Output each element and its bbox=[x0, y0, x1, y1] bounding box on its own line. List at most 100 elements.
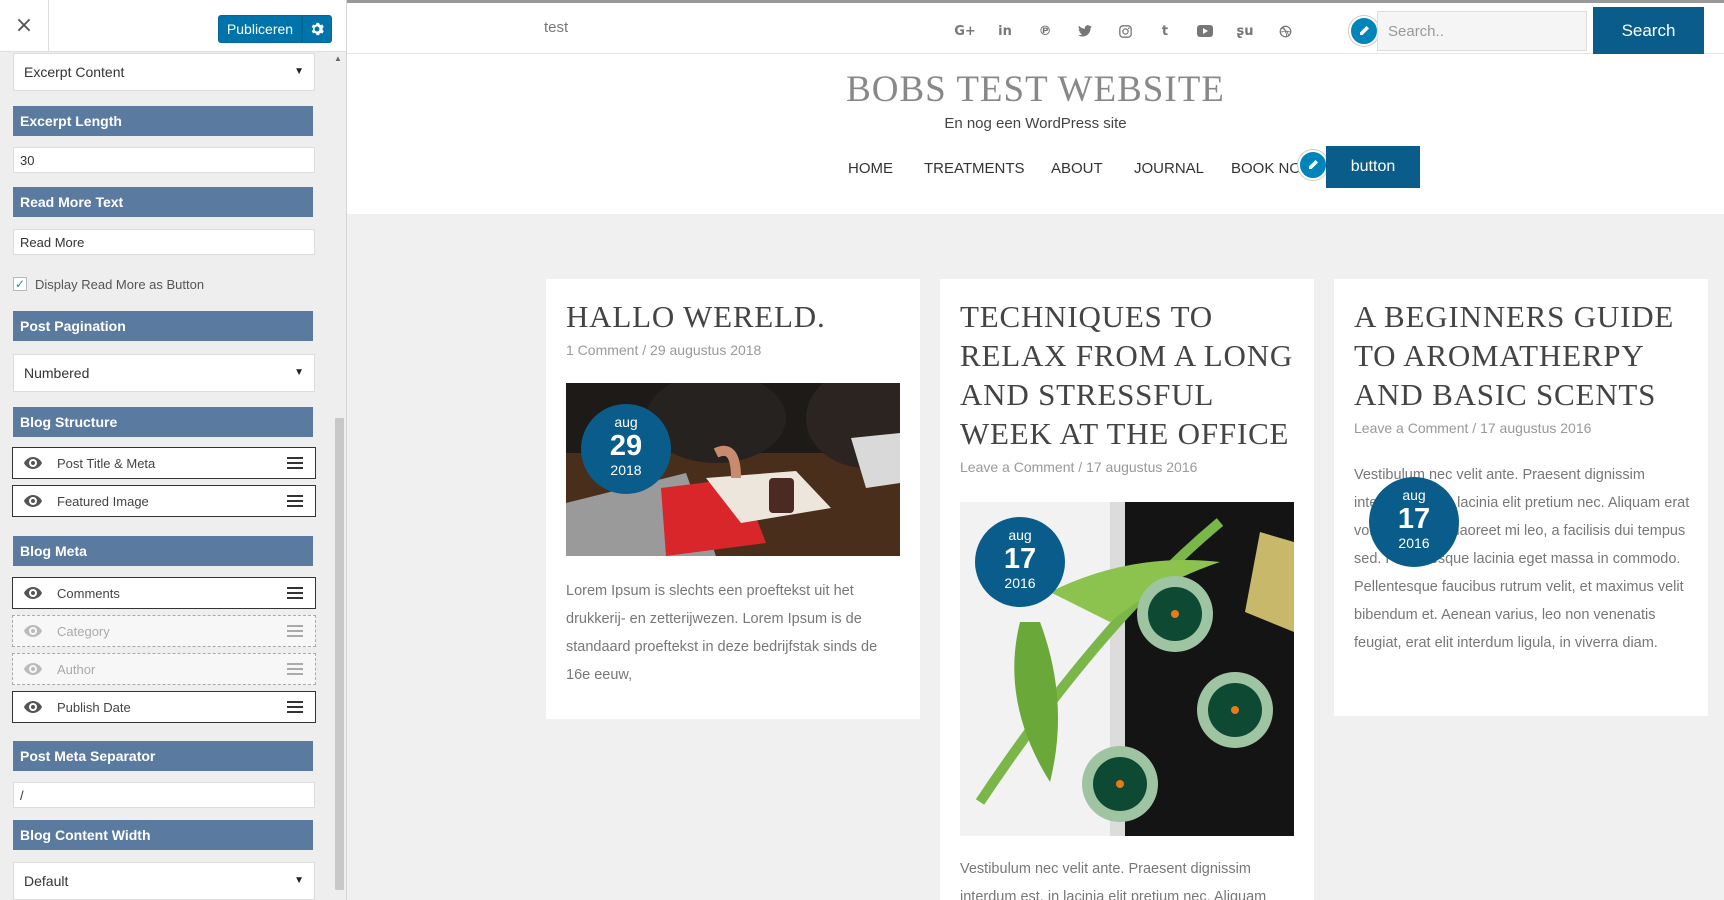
structure-item-label: Featured Image bbox=[57, 494, 149, 509]
nav-item-book-now[interactable]: BOOK NO bbox=[1231, 160, 1301, 177]
meta-separator-heading: Post Meta Separator bbox=[13, 741, 313, 771]
date-badge-month: aug bbox=[1008, 527, 1032, 543]
meta-item-label: Comments bbox=[57, 586, 120, 601]
nav-item-about[interactable]: ABOUT bbox=[1051, 160, 1103, 177]
structure-item-title-meta[interactable]: Post Title & Meta bbox=[12, 447, 316, 479]
excerpt-type-value: Excerpt Content bbox=[24, 64, 125, 80]
eye-icon[interactable] bbox=[23, 586, 43, 600]
scrollbar-thumb[interactable] bbox=[335, 418, 344, 890]
publish-button[interactable]: Publiceren bbox=[218, 15, 302, 43]
content-width-select[interactable]: Default ▼ bbox=[13, 862, 315, 900]
customizer-sidebar: × Publiceren Excerpt Content ▼ Excerpt L… bbox=[0, 0, 347, 900]
search-input[interactable]: Search.. bbox=[1377, 11, 1587, 51]
post-date-link[interactable]: 17 augustus 2016 bbox=[1480, 420, 1591, 436]
post-meta: Leave a Comment / 17 augustus 2016 bbox=[960, 459, 1197, 475]
google-plus-icon[interactable]: G+ bbox=[954, 21, 976, 41]
post-card: TECHNIQUES TO RELAX FROM A LONG AND STRE… bbox=[940, 279, 1314, 900]
blog-meta-heading: Blog Meta bbox=[13, 536, 313, 566]
post-date-link[interactable]: 17 augustus 2016 bbox=[1086, 459, 1197, 475]
date-badge: aug 17 2016 bbox=[975, 517, 1065, 607]
meta-item-category[interactable]: Category bbox=[12, 615, 316, 647]
content-width-heading: Blog Content Width bbox=[13, 820, 313, 850]
date-badge-year: 2016 bbox=[1398, 535, 1430, 551]
date-badge-year: 2018 bbox=[610, 462, 642, 478]
youtube-icon[interactable] bbox=[1195, 21, 1215, 41]
date-badge-month: aug bbox=[1402, 487, 1426, 503]
post-card: HALLO WERELD. 1 Comment / 29 augustus 20… bbox=[546, 279, 920, 719]
gear-icon bbox=[311, 22, 324, 36]
read-more-input[interactable]: Read More bbox=[13, 229, 315, 255]
date-badge-month: aug bbox=[614, 414, 638, 430]
excerpt-length-heading: Excerpt Length bbox=[13, 106, 313, 136]
meta-item-comments[interactable]: Comments bbox=[12, 577, 316, 609]
close-customizer-button[interactable]: × bbox=[0, 0, 49, 51]
edit-shortcut-pencil-icon[interactable] bbox=[1349, 16, 1379, 46]
drag-handle-icon[interactable] bbox=[287, 587, 303, 599]
meta-separator: / bbox=[642, 342, 647, 358]
post-comments-link[interactable]: Leave a Comment bbox=[1354, 420, 1468, 436]
meta-item-author[interactable]: Author bbox=[12, 653, 316, 685]
post-meta: Leave a Comment / 17 augustus 2016 bbox=[1354, 420, 1591, 436]
meta-separator-input[interactable]: / bbox=[13, 782, 315, 808]
linkedin-icon[interactable]: in bbox=[995, 21, 1015, 41]
date-badge-year: 2016 bbox=[1004, 575, 1036, 591]
date-badge-day: 17 bbox=[1003, 543, 1037, 575]
eye-icon[interactable] bbox=[23, 494, 43, 508]
nav-item-treatments[interactable]: TREATMENTS bbox=[924, 160, 1025, 177]
search-button[interactable]: Search bbox=[1593, 7, 1704, 55]
display-button-checkbox[interactable]: ✓ bbox=[13, 277, 27, 291]
date-badge-day: 17 bbox=[1397, 503, 1431, 535]
site-title[interactable]: BOBS TEST WEBSITE bbox=[347, 68, 1724, 111]
drag-handle-icon[interactable] bbox=[287, 663, 303, 675]
content-width-value: Default bbox=[24, 873, 69, 889]
sidebar-scrollbar[interactable]: ▲ bbox=[332, 52, 346, 900]
post-title[interactable]: TECHNIQUES TO RELAX FROM A LONG AND STRE… bbox=[960, 297, 1300, 453]
pagination-value: Numbered bbox=[24, 365, 90, 381]
meta-separator: / bbox=[1078, 459, 1083, 475]
post-date-link[interactable]: 29 augustus 2018 bbox=[650, 342, 761, 358]
dropdown-arrow-icon: ▼ bbox=[294, 66, 304, 77]
drag-handle-icon[interactable] bbox=[287, 495, 303, 507]
edit-shortcut-pencil-icon[interactable] bbox=[1298, 150, 1328, 180]
dropdown-arrow-icon: ▼ bbox=[294, 367, 304, 378]
site-preview: test G+ in ℗ t ʂu Search.. Search BOBS T… bbox=[347, 0, 1724, 900]
site-tagline: En nog een WordPress site bbox=[944, 115, 1127, 132]
post-card: A BEGINNERS GUIDE TO AROMATHERPY AND BAS… bbox=[1334, 279, 1708, 716]
twitter-icon[interactable] bbox=[1075, 21, 1095, 41]
dribbble-icon[interactable] bbox=[1275, 21, 1295, 41]
nav-button[interactable]: button bbox=[1326, 146, 1420, 188]
post-title[interactable]: HALLO WERELD. bbox=[566, 297, 906, 336]
customizer-header: × Publiceren bbox=[0, 0, 346, 52]
post-comments-link[interactable]: 1 Comment bbox=[566, 342, 638, 358]
eye-icon[interactable] bbox=[23, 456, 43, 470]
eye-icon[interactable] bbox=[23, 662, 43, 676]
drag-handle-icon[interactable] bbox=[287, 457, 303, 469]
meta-item-publish-date[interactable]: Publish Date bbox=[12, 691, 316, 723]
scroll-up-arrow-icon[interactable]: ▲ bbox=[334, 54, 342, 63]
pagination-select[interactable]: Numbered ▼ bbox=[13, 354, 315, 392]
excerpt-type-select[interactable]: Excerpt Content ▼ bbox=[13, 53, 315, 91]
tumblr-icon[interactable]: t bbox=[1155, 21, 1175, 41]
close-icon: × bbox=[14, 13, 34, 38]
social-icons: G+ in ℗ t ʂu bbox=[954, 21, 1295, 41]
meta-item-label: Category bbox=[57, 624, 110, 639]
meta-item-label: Publish Date bbox=[57, 700, 131, 715]
post-title[interactable]: A BEGINNERS GUIDE TO AROMATHERPY AND BAS… bbox=[1354, 297, 1699, 414]
blog-structure-heading: Blog Structure bbox=[13, 407, 313, 437]
post-comments-link[interactable]: Leave a Comment bbox=[960, 459, 1074, 475]
instagram-icon[interactable] bbox=[1115, 21, 1135, 41]
excerpt-length-input[interactable]: 30 bbox=[13, 147, 315, 173]
drag-handle-icon[interactable] bbox=[287, 701, 303, 713]
nav-item-home[interactable]: HOME bbox=[848, 160, 893, 177]
pinterest-icon[interactable]: ℗ bbox=[1035, 21, 1055, 41]
date-badge: aug 29 2018 bbox=[581, 404, 671, 494]
publish-settings-button[interactable] bbox=[302, 15, 332, 43]
eye-icon[interactable] bbox=[23, 624, 43, 638]
stumbleupon-icon[interactable]: ʂu bbox=[1235, 21, 1255, 41]
nav-item-journal[interactable]: JOURNAL bbox=[1134, 160, 1204, 177]
meta-item-label: Author bbox=[57, 662, 96, 677]
structure-item-featured-image[interactable]: Featured Image bbox=[12, 485, 316, 517]
eye-icon[interactable] bbox=[23, 700, 43, 714]
drag-handle-icon[interactable] bbox=[287, 625, 303, 637]
main-navigation: HOME TREATMENTS ABOUT JOURNAL BOOK NO bbox=[347, 146, 1724, 190]
